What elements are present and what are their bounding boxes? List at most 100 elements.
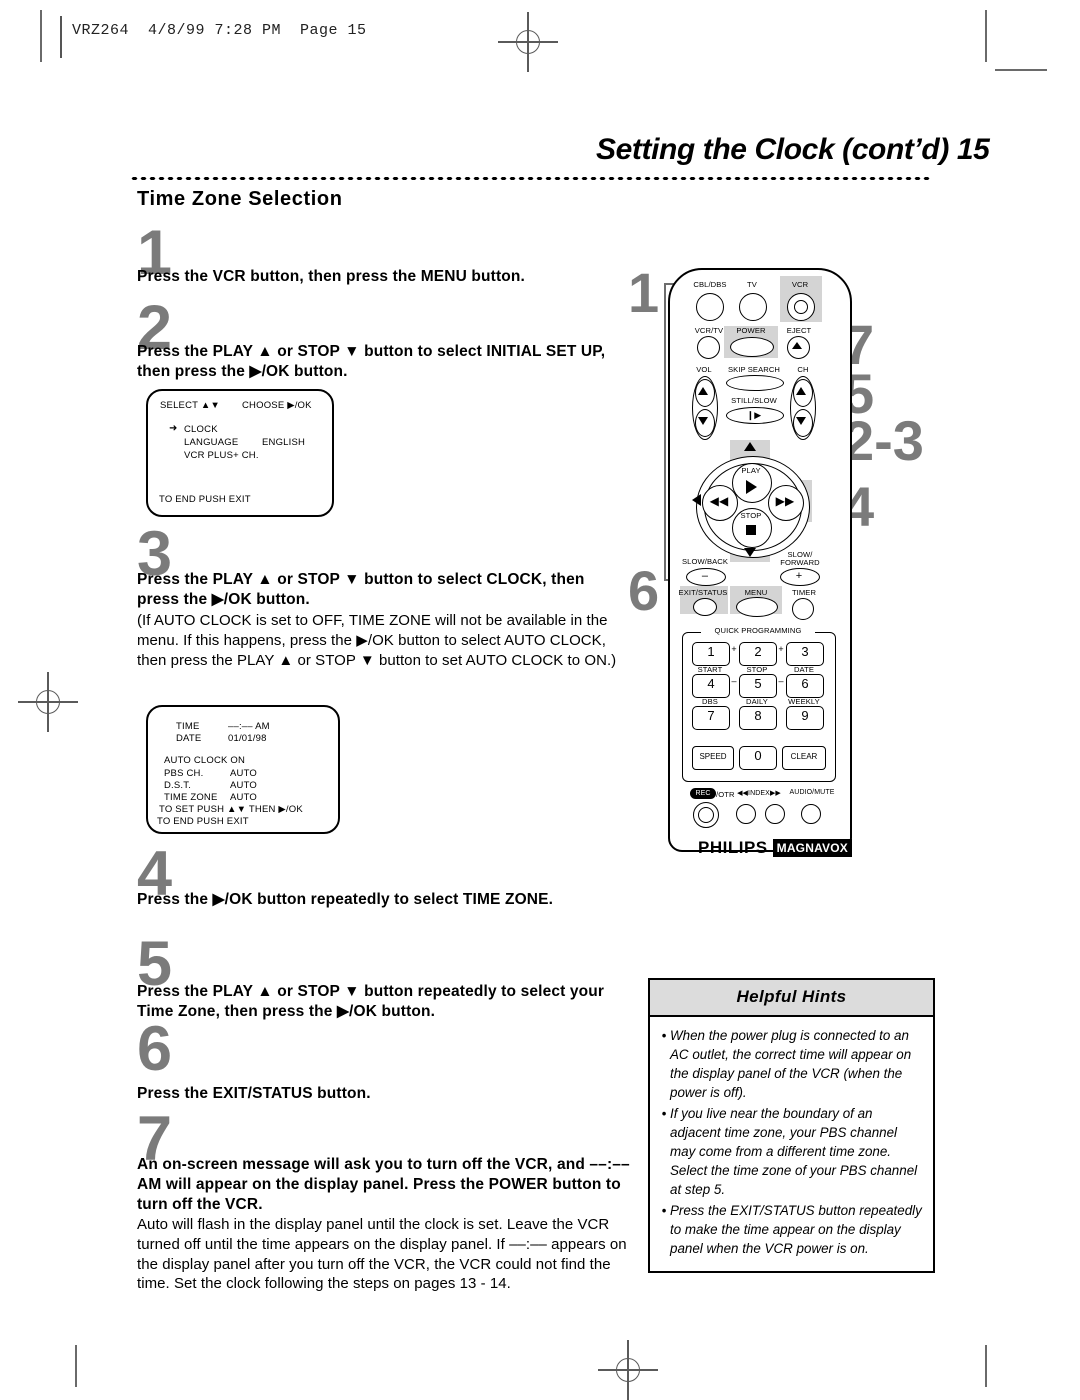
minus-sign-1: – bbox=[731, 676, 737, 686]
vol-down-icon bbox=[698, 417, 708, 425]
osd1-item-language-value: ENGLISH bbox=[262, 437, 306, 448]
cbl-dbs-label: CBL/DBS bbox=[693, 280, 727, 289]
vcr-tv-button[interactable] bbox=[697, 336, 720, 359]
step-text-5: Press the PLAY ▲ or STOP ▼ button repeat… bbox=[137, 983, 605, 1020]
osd2-date-value: 01/01/98 bbox=[228, 733, 267, 744]
timer-button[interactable] bbox=[792, 598, 814, 620]
hint-text-3: Press the EXIT/STATUS button repeatedly … bbox=[670, 1203, 922, 1257]
key-7[interactable]: 7 bbox=[692, 706, 730, 730]
ch-down-icon bbox=[796, 417, 806, 425]
nav-left-icon bbox=[692, 494, 701, 506]
osd2-date-label: DATE bbox=[176, 733, 202, 744]
step-text-2: Press the PLAY ▲ or STOP ▼ button to sel… bbox=[137, 343, 606, 380]
audio-mute-button[interactable] bbox=[801, 804, 821, 824]
slow-forward-label: SLOW/ FORWARD bbox=[780, 550, 820, 567]
slug-rule bbox=[60, 16, 62, 58]
slow-back-sign: – bbox=[701, 570, 709, 582]
key-4-sublabel: DBS bbox=[702, 697, 718, 706]
hint-item-1: • When the power plug is connected to an… bbox=[658, 1026, 923, 1102]
callout-6: 6 bbox=[628, 559, 660, 622]
key-6[interactable]: 6 bbox=[786, 674, 824, 698]
key-4[interactable]: 4 bbox=[692, 674, 730, 698]
vol-up-icon bbox=[698, 387, 708, 395]
eject-icon bbox=[792, 342, 802, 349]
osd2-time-value: ––:–– AM bbox=[228, 721, 270, 732]
osd2-auto-clock: AUTO CLOCK ON bbox=[164, 755, 246, 766]
cbl-dbs-button[interactable] bbox=[696, 293, 724, 321]
minus-sign-2: – bbox=[778, 676, 784, 686]
key-1[interactable]: 1 bbox=[692, 642, 730, 666]
rec-label: REC bbox=[695, 790, 711, 797]
clear-button[interactable]: CLEAR bbox=[782, 746, 826, 770]
osd1-item-language: LANGUAGE bbox=[184, 437, 239, 448]
slow-forward-sign: + bbox=[795, 570, 803, 582]
step-body-7: Auto will flash in the display panel unt… bbox=[137, 1216, 627, 1293]
exit-status-button[interactable] bbox=[693, 598, 717, 616]
nav-down-icon bbox=[744, 548, 756, 557]
key-9[interactable]: 9 bbox=[786, 706, 824, 730]
vol-label: VOL bbox=[696, 365, 712, 374]
nav-up-icon bbox=[744, 442, 756, 451]
key-2[interactable]: 2 bbox=[739, 642, 777, 666]
key-0[interactable]: 0 bbox=[739, 746, 777, 770]
speed-button[interactable]: SPEED bbox=[692, 746, 734, 770]
registration-mark-left bbox=[18, 672, 78, 732]
menu-button[interactable] bbox=[736, 597, 778, 617]
callout-2-3: 2-3 bbox=[843, 409, 924, 472]
registration-mark-top bbox=[498, 12, 558, 72]
osd1-footer: TO END PUSH EXIT bbox=[159, 494, 251, 505]
power-button[interactable] bbox=[730, 337, 774, 357]
menu-label: MENU bbox=[744, 588, 768, 597]
osd1-item-vcrplus: VCR PLUS+ CH. bbox=[184, 450, 259, 461]
step-text-3: Press the PLAY ▲ or STOP ▼ button to sel… bbox=[137, 571, 585, 608]
magnavox-wordmark: MAGNAVOX bbox=[772, 839, 853, 857]
osd-clock-settings: TIME ––:–– AM DATE 01/01/98 AUTO CLOCK O… bbox=[146, 705, 340, 834]
play-label: PLAY bbox=[741, 466, 761, 475]
key-2-sublabel: STOP bbox=[746, 665, 768, 674]
brand-logo: PHILIPS MAGNAVOX bbox=[698, 838, 853, 858]
index-back-button[interactable] bbox=[736, 804, 756, 824]
index-forward-button[interactable] bbox=[765, 804, 785, 824]
osd2-pbs-value: AUTO bbox=[230, 768, 258, 779]
osd2-footer-1: TO SET PUSH ▲▼ THEN ▶/OK bbox=[159, 804, 303, 815]
osd2-timezone-label: TIME ZONE bbox=[164, 792, 218, 803]
osd2-time-label: TIME bbox=[176, 721, 200, 732]
vcr-label: VCR bbox=[791, 280, 809, 289]
step-body-3: (If AUTO CLOCK is set to OFF, TIME ZONE … bbox=[137, 612, 617, 669]
still-slow-icon: ❙▶ bbox=[746, 410, 762, 420]
osd1-item-clock: CLOCK bbox=[184, 424, 218, 435]
osd2-timezone-value: AUTO bbox=[230, 792, 258, 803]
tv-label: TV bbox=[747, 280, 757, 289]
hint-text-2: If you live near the boundary of an adja… bbox=[670, 1106, 918, 1198]
crop-mark-top-right-h bbox=[995, 69, 1047, 72]
skip-search-button[interactable] bbox=[726, 375, 784, 391]
power-label: POWER bbox=[736, 326, 766, 335]
crop-mark-top-right-v bbox=[985, 10, 987, 62]
osd1-choose: CHOOSE ▶/OK bbox=[242, 400, 312, 411]
key-3[interactable]: 3 bbox=[786, 642, 824, 666]
remote-control-diagram: CBL/DBS TV VCR VCR/TV POWER EJECT VOL SK… bbox=[668, 268, 853, 857]
skip-search-label: SKIP SEARCH bbox=[727, 365, 781, 374]
tv-button[interactable] bbox=[739, 293, 767, 321]
leader-line-1-v bbox=[664, 283, 666, 581]
eject-label: EJECT bbox=[786, 326, 812, 335]
philips-wordmark: PHILIPS bbox=[698, 838, 768, 857]
key-5[interactable]: 5 bbox=[739, 674, 777, 698]
key-3-sublabel: DATE bbox=[793, 665, 815, 674]
plus-sign-1: + bbox=[731, 644, 737, 654]
key-8[interactable]: 8 bbox=[739, 706, 777, 730]
stop-icon bbox=[746, 525, 756, 535]
page-slug: VRZ264 4/8/99 7:28 PM Page 15 bbox=[72, 22, 367, 39]
osd2-dst-label: D.S.T. bbox=[164, 780, 192, 791]
slow-back-label: SLOW/BACK bbox=[681, 557, 729, 566]
timer-label: TIMER bbox=[791, 588, 817, 597]
hint-bullet-icon: • bbox=[661, 1106, 667, 1122]
step-text-1: Press the VCR button, then press the MEN… bbox=[137, 268, 525, 285]
play-icon bbox=[746, 480, 757, 494]
fast-forward-icon: ▶▶ bbox=[775, 494, 795, 508]
dotted-rule bbox=[130, 176, 930, 181]
ch-label: CH bbox=[797, 365, 809, 374]
osd2-pbs-label: PBS CH. bbox=[164, 768, 204, 779]
rewind-icon: ◀◀ bbox=[709, 494, 729, 508]
key-6-sublabel: WEEKLY bbox=[788, 697, 820, 706]
